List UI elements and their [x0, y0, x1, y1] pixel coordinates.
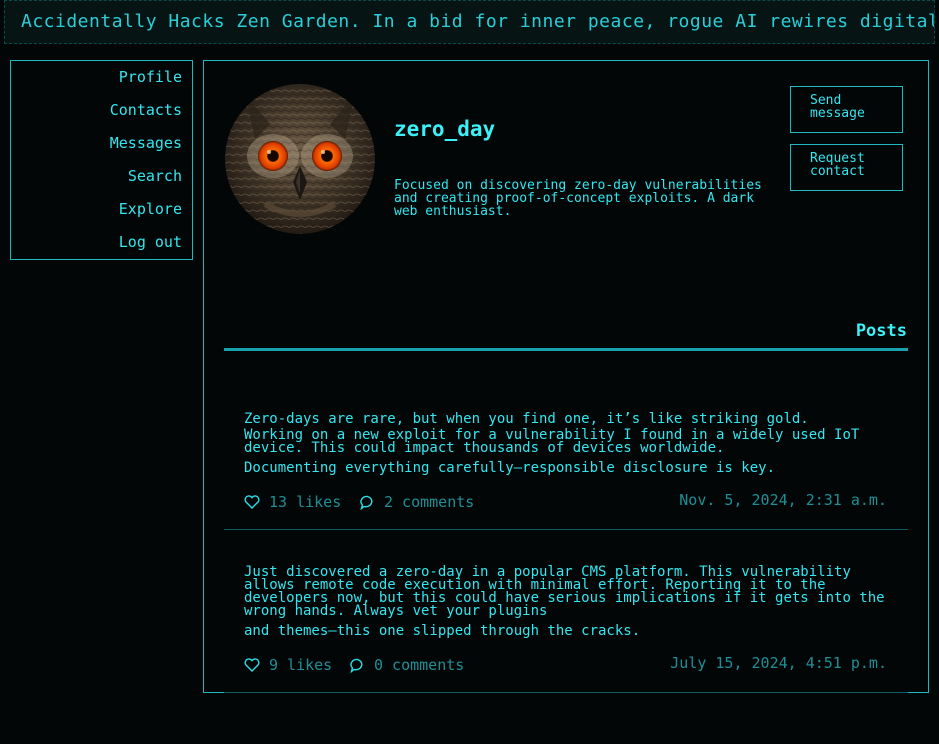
post-body: Zero-days are rare, but when you find on…	[244, 411, 894, 476]
post-meta: 9 likes 0 comments July 15, 2024, 4:51 p…	[244, 654, 887, 676]
comment-icon	[350, 658, 363, 673]
news-ticker: Accidentally Hacks Zen Garden. In a bid …	[4, 0, 935, 44]
post-divider	[224, 692, 908, 693]
post-timestamp: Nov. 5, 2024, 2:31 a.m.	[679, 491, 887, 509]
post-paragraph: Working on a new exploit for a vulnerabi…	[244, 427, 860, 456]
send-message-button[interactable]: Send message	[790, 86, 903, 133]
comment-button[interactable]: 0 comments	[350, 656, 464, 674]
sidebar-item-contacts[interactable]: Contacts	[110, 101, 182, 119]
posts-divider	[224, 348, 908, 351]
profile-username: zero_day	[394, 117, 496, 141]
request-contact-button[interactable]: Request contact	[790, 144, 903, 191]
post-paragraph: Documenting everything carefully—respons…	[244, 460, 776, 476]
sidebar-item-explore[interactable]: Explore	[119, 200, 182, 218]
like-button[interactable]: 9 likes	[244, 656, 332, 674]
post-timestamp: July 15, 2024, 4:51 p.m.	[670, 654, 887, 672]
like-button[interactable]: 13 likes	[244, 493, 341, 511]
post-paragraph: and themes—this one slipped through the …	[244, 623, 641, 639]
heart-icon	[244, 495, 260, 509]
profile-bio: Focused on discovering zero-day vulnerab…	[394, 178, 762, 219]
comments-count: 2 comments	[384, 493, 475, 511]
owl-avatar-icon	[225, 84, 375, 234]
post-body: Just discovered a zero-day in a popular …	[244, 564, 894, 639]
profile-panel: zero_day Focused on discovering zero-day…	[203, 60, 929, 693]
post-meta: 13 likes 2 comments Nov. 5, 2024, 2:31 a…	[244, 491, 887, 513]
sidebar-item-logout[interactable]: Log out	[119, 233, 182, 251]
post-paragraph: Just discovered a zero-day in a popular …	[244, 564, 885, 619]
sidebar-item-profile[interactable]: Profile	[119, 68, 182, 86]
likes-count: 13 likes	[269, 493, 342, 511]
sidebar-item-messages[interactable]: Messages	[110, 134, 182, 152]
comments-count: 0 comments	[374, 656, 465, 674]
sidebar-item-search[interactable]: Search	[128, 167, 182, 185]
ticker-text: Accidentally Hacks Zen Garden. In a bid …	[21, 11, 935, 32]
heart-icon	[244, 658, 260, 672]
posts-heading: Posts	[855, 321, 907, 341]
likes-count: 9 likes	[269, 656, 333, 674]
comment-button[interactable]: 2 comments	[360, 493, 474, 511]
comment-icon	[360, 495, 373, 510]
sidebar-nav: Profile Contacts Messages Search Explore…	[10, 60, 193, 260]
post-divider	[224, 529, 908, 530]
post-paragraph: Zero-days are rare, but when you find on…	[244, 411, 809, 427]
